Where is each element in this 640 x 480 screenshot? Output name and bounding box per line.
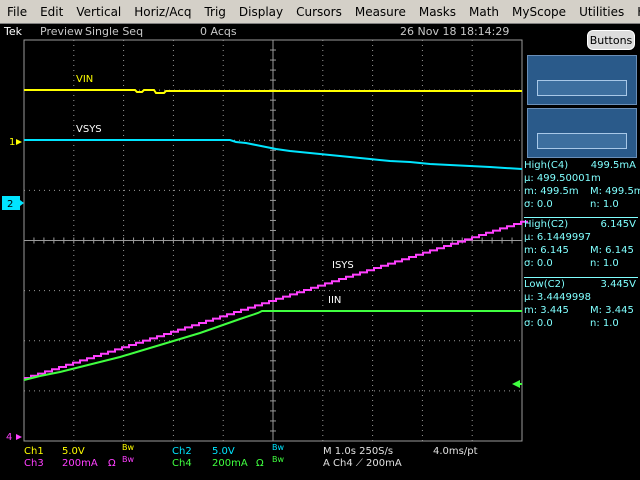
acquisition-count: 0 Acqs: [200, 25, 237, 38]
record-per-point: 4.0ms/pt: [433, 446, 478, 457]
meas-mean: µ: 3.4449998: [524, 292, 591, 303]
ch3-scale[interactable]: 200mA: [62, 458, 98, 469]
side-panel-1[interactable]: [527, 55, 637, 105]
meas-mean: µ: 499.50001m: [524, 173, 601, 184]
ch1-scale[interactable]: 5.0V: [62, 446, 85, 457]
isys-trace: [24, 220, 528, 379]
menu-file[interactable]: File: [0, 5, 33, 19]
side-panel-2-field[interactable]: [537, 133, 627, 149]
menu-horiz-acq[interactable]: Horiz/Acq: [127, 5, 197, 19]
menu-myscope[interactable]: MyScope: [505, 5, 572, 19]
meas-title: High(C4): [524, 160, 569, 171]
meas-max: M: 3.445: [590, 305, 634, 316]
ch3-bandwidth: Bw: [122, 455, 135, 464]
meas-mean: µ: 6.1449997: [524, 232, 591, 243]
meas-min: m: 6.145: [524, 245, 569, 256]
menu-vertical[interactable]: Vertical: [69, 5, 127, 19]
measurement-high-c4[interactable]: High(C4) 499.5mA µ: 499.50001m m: 499.5m M…: [524, 159, 640, 211]
iin-trace: [23, 310, 522, 381]
meas-count: n: 1.0: [590, 318, 619, 329]
meas-title: Low(C2): [524, 279, 565, 290]
iin-label: IIN: [328, 295, 341, 306]
ch4-marker-arrow: [16, 434, 22, 440]
side-panel-1-field[interactable]: [537, 80, 627, 96]
date-time: 26 Nov 18 18:14:29: [400, 25, 510, 38]
ch4-ohm-icon: Ω: [256, 458, 264, 469]
channel-readout-bar: Ch1 5.0V Bw Ch2 5.0V Bw Ch3 200mA Ω Bw C…: [0, 442, 522, 480]
menu-masks[interactable]: Masks: [412, 5, 462, 19]
meas-value: 499.5mA: [590, 160, 636, 171]
ch2-marker-box[interactable]: [2, 196, 20, 210]
ch4-label[interactable]: Ch4: [172, 458, 192, 469]
menu-trig[interactable]: Trig: [197, 5, 231, 19]
meas-sigma: σ: 0.0: [524, 318, 553, 329]
ch4-bandwidth: Bw: [272, 455, 285, 464]
meas-max: M: 499.5m: [590, 186, 640, 197]
menu-help[interactable]: Help: [630, 5, 640, 19]
vin-trace: [24, 89, 522, 94]
meas-min: m: 499.5m: [524, 186, 579, 197]
trigger-readout[interactable]: A Ch4 ⟋ 200mA: [323, 458, 402, 469]
vsys-label: VSYS: [76, 124, 102, 135]
measurement-high-c2[interactable]: High(C2) 6.145V µ: 6.1449997 m: 6.145 M: 6…: [524, 217, 638, 270]
menu-bar: File Edit Vertical Horiz/Acq Trig Displa…: [0, 0, 640, 24]
graticule-border: [23, 39, 523, 442]
meas-value: 6.145V: [600, 219, 636, 230]
meas-count: n: 1.0: [590, 199, 619, 210]
side-panel-2[interactable]: [527, 108, 637, 158]
measurement-low-c2[interactable]: Low(C2) 3.445V µ: 3.4449998 m: 3.445 M: 3.…: [524, 277, 638, 330]
menu-display[interactable]: Display: [232, 5, 289, 19]
ch1-marker-arrow: [16, 139, 22, 145]
ch3-label[interactable]: Ch3: [24, 458, 44, 469]
preview-status: Preview: [40, 25, 83, 38]
timebase-readout[interactable]: M 1.0s 250S/s: [323, 446, 393, 457]
vin-label: VIN: [76, 74, 93, 85]
menu-math[interactable]: Math: [462, 5, 505, 19]
ch1-marker[interactable]: 1: [9, 137, 15, 148]
acquisition-mode: Single Seq: [85, 25, 144, 38]
menu-measure[interactable]: Measure: [348, 5, 412, 19]
menu-cursors[interactable]: Cursors: [289, 5, 348, 19]
ch2-label[interactable]: Ch2: [172, 446, 192, 457]
buttons-button[interactable]: Buttons: [587, 30, 635, 50]
ch3-ohm-icon: Ω: [108, 458, 116, 469]
meas-max: M: 6.145: [590, 245, 634, 256]
ch4-scale[interactable]: 200mA: [212, 458, 248, 469]
meas-min: m: 3.445: [524, 305, 569, 316]
trigger-level-icon[interactable]: [512, 380, 520, 388]
meas-title: High(C2): [524, 219, 569, 230]
ch2-bandwidth: Bw: [272, 443, 285, 452]
brand-label: Tek: [4, 25, 22, 38]
isys-label: ISYS: [332, 260, 354, 271]
graticule: [23, 39, 523, 442]
ch2-scale[interactable]: 5.0V: [212, 446, 235, 457]
status-bar: Tek Preview Single Seq 0 Acqs 26 Nov 18 …: [0, 24, 640, 40]
meas-sigma: σ: 0.0: [524, 258, 553, 269]
ch2-marker[interactable]: 2: [7, 199, 13, 210]
meas-sigma: σ: 0.0: [524, 199, 553, 210]
vsys-trace: [24, 139, 523, 170]
meas-value: 3.445V: [600, 279, 636, 290]
ch2-marker-arrow: [20, 200, 24, 206]
ch1-bandwidth: Bw: [122, 443, 135, 452]
meas-count: n: 1.0: [590, 258, 619, 269]
menu-utilities[interactable]: Utilities: [572, 5, 630, 19]
ch1-label[interactable]: Ch1: [24, 446, 44, 457]
menu-edit[interactable]: Edit: [33, 5, 69, 19]
